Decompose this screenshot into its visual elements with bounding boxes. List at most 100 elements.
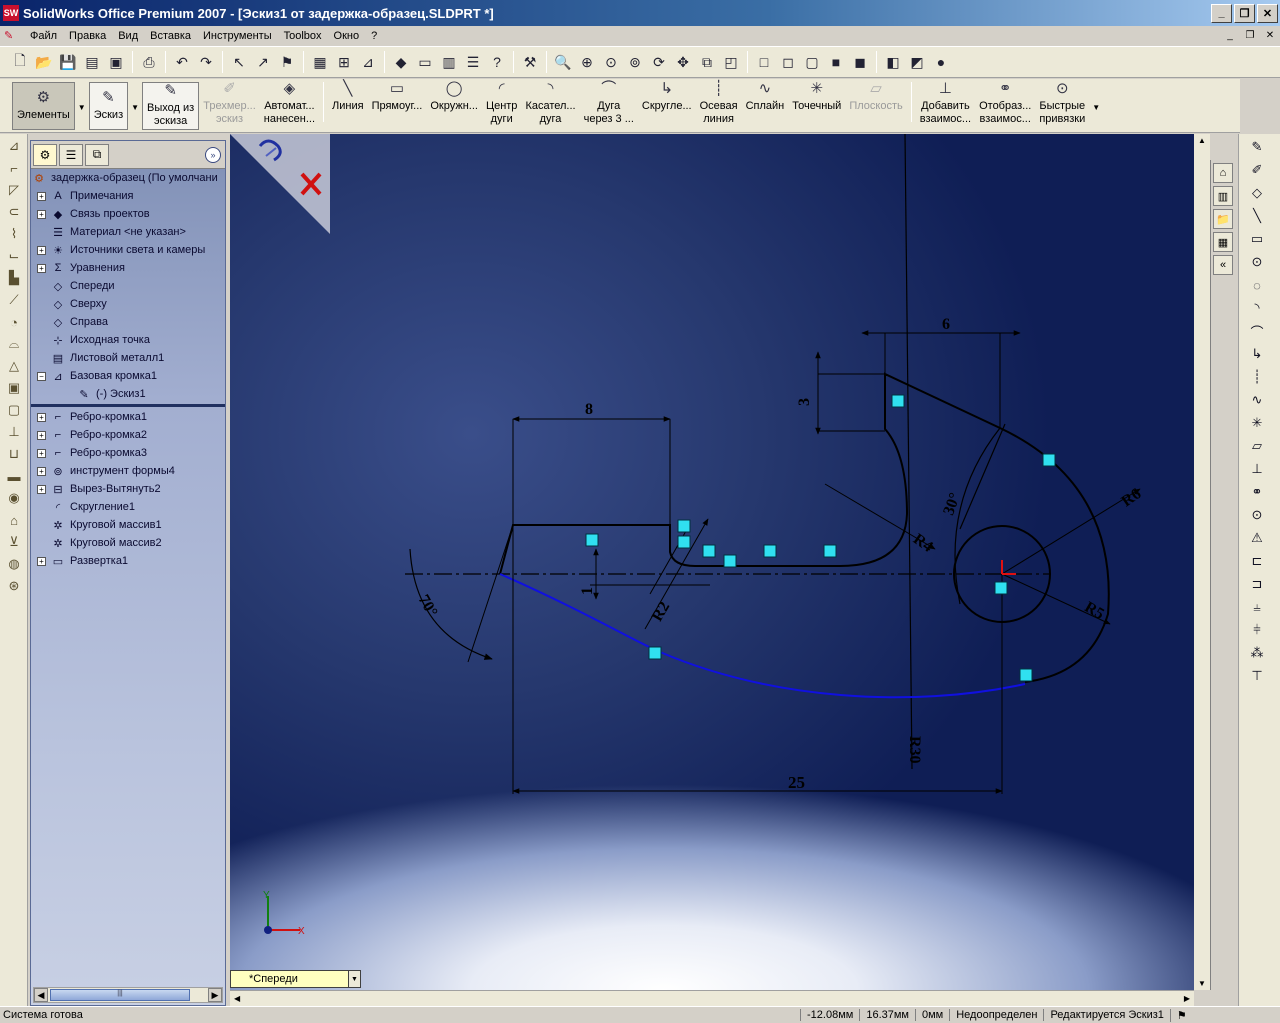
scroll-right-icon[interactable]: ▶ (208, 988, 222, 1002)
view-palette-icon[interactable]: ▦ (1213, 232, 1233, 252)
tree-item[interactable]: + ▭ Развертка1 (31, 552, 225, 570)
tree-item[interactable]: ◇ Сверху (31, 295, 225, 313)
sketch-tab-button[interactable]: ✎ Эскиз (88, 82, 129, 130)
zoom-area-icon[interactable]: ⊕ (576, 51, 598, 73)
expand-icon[interactable]: + (37, 430, 46, 440)
smart-dimension-icon[interactable]: ◇ (1245, 183, 1269, 203)
linear-pattern-icon[interactable]: ⁂ (1245, 643, 1269, 663)
make-assembly-icon[interactable]: ▣ (105, 51, 127, 73)
relation-marker[interactable] (994, 581, 1008, 595)
save-icon[interactable]: 💾 (57, 51, 79, 73)
view-orient-icon[interactable]: ⧉ (696, 51, 718, 73)
document-menu-icon[interactable]: ✎ (4, 29, 20, 43)
spline-icon[interactable]: ∿ (1245, 390, 1269, 410)
undo-icon[interactable]: ↶ (171, 51, 193, 73)
display-relations-icon[interactable]: ⚭ (1245, 482, 1269, 502)
expand-icon[interactable]: + (37, 209, 46, 219)
add-relation-icon[interactable]: ⊥ (1245, 459, 1269, 479)
tree-item[interactable]: ⊹ Исходная точка (31, 331, 225, 349)
auto-dimension-button[interactable]: ◈ Автомат... нанесен... (260, 81, 319, 126)
sketch-icon[interactable]: ✎ (1245, 137, 1269, 157)
offset-icon[interactable]: ⊏ (1245, 551, 1269, 571)
scroll-up-icon[interactable]: ▲ (1198, 136, 1206, 145)
plane-button[interactable]: ▱ Плоскость (845, 81, 906, 113)
no-bends-icon[interactable]: ⊔ (3, 444, 25, 464)
relation-marker[interactable] (585, 533, 599, 547)
redo-icon[interactable]: ↷ (195, 51, 217, 73)
snap-icon[interactable]: ⊞ (333, 51, 355, 73)
vertical-construction-line[interactable] (904, 134, 913, 770)
spline-button[interactable]: ∿ Сплайн (742, 81, 789, 113)
rollback-bar[interactable] (31, 404, 225, 407)
expand-icon[interactable]: + (37, 191, 46, 201)
sketch-canvas[interactable]: 8 6 3 1 25 R2 R4 R6 R5 R30 30° 70° Y X (230, 134, 1194, 990)
tree-item[interactable]: + A Примечания (31, 187, 225, 205)
scroll-thumb[interactable]: ||| (50, 989, 190, 1001)
hem-icon[interactable]: ⊂ (3, 202, 25, 222)
scroll-right-icon[interactable]: ▶ (1184, 994, 1190, 1003)
center-arc-button[interactable]: ◜ Центр дуги (482, 81, 522, 126)
rotate-icon[interactable]: ⟳ (648, 51, 670, 73)
relation-marker[interactable] (677, 519, 691, 533)
menu-window[interactable]: Окно (328, 30, 366, 42)
relation-marker[interactable] (763, 544, 777, 558)
elements-tab-button[interactable]: ⚙ Элементы (12, 82, 75, 130)
relation-marker[interactable] (1042, 453, 1056, 467)
shaded-icon[interactable]: ◼ (849, 51, 871, 73)
relation-marker[interactable] (891, 394, 905, 408)
mirror-icon[interactable]: ⚠ (1245, 528, 1269, 548)
dim-r2-label[interactable]: R2 (649, 599, 674, 624)
relation-marker[interactable] (1019, 668, 1033, 682)
chevron-down-icon[interactable]: ▼ (131, 103, 139, 112)
make-drawing-icon[interactable]: ▤ (81, 51, 103, 73)
sketch-options-icon[interactable]: ⚒ (519, 51, 541, 73)
expand-icon[interactable]: + (37, 263, 46, 273)
dim-r6-label[interactable]: R6 (1119, 485, 1145, 510)
3d-sketch-button[interactable]: ✐ Трехмер... эскиз (199, 81, 260, 126)
base-flange-icon[interactable]: ⊿ (3, 136, 25, 156)
rectangle-icon[interactable]: ▭ (1245, 229, 1269, 249)
zoom-in-out-icon[interactable]: ⊙ (600, 51, 622, 73)
menu-toolbox[interactable]: Toolbox (278, 30, 328, 42)
dim-6-label[interactable]: 6 (942, 316, 950, 333)
tree-item[interactable]: ▤ Листовой металл1 (31, 349, 225, 367)
sketch-fillet-icon[interactable]: ↳ (1245, 344, 1269, 364)
edge-flange-icon[interactable]: ⌐ (3, 158, 25, 178)
add-relation-button[interactable]: ⊥ Добавить взаимос... (916, 81, 975, 126)
scroll-left-icon[interactable]: ◀ (34, 988, 48, 1002)
point-button[interactable]: ✳ Точечный (788, 81, 845, 113)
tree-item[interactable]: + ⊚ инструмент формы4 (31, 462, 225, 480)
property-manager-tab-icon[interactable]: ☰ (59, 143, 83, 166)
simple-hole-icon[interactable]: ◍ (3, 554, 25, 574)
tree-item[interactable]: ✎ (-) Эскиз1 (31, 385, 225, 403)
rebuild-indicator-icon[interactable]: ⚑ (1169, 1008, 1193, 1022)
dim-25-label[interactable]: 25 (788, 773, 805, 792)
centerline-button[interactable]: ┊ Осевая линия (696, 81, 742, 126)
break-corner-icon[interactable]: ◔ (3, 312, 25, 332)
pan-icon[interactable]: ✥ (672, 51, 694, 73)
dim-8-label[interactable]: 8 (585, 401, 593, 418)
hidden-removed-icon[interactable]: ▢ (801, 51, 823, 73)
menu-tools[interactable]: Инструменты (197, 30, 278, 42)
tree-item[interactable]: + ☀ Источники света и камеры (31, 241, 225, 259)
select-other-icon[interactable]: ↗ (252, 51, 274, 73)
minimize-button[interactable]: _ (1211, 3, 1232, 23)
relation-marker[interactable] (723, 554, 737, 568)
tangent-arc-icon[interactable]: ◝ (1245, 298, 1269, 318)
menu-insert[interactable]: Вставка (144, 30, 197, 42)
rectangle-button[interactable]: ▭ Прямоуг... (368, 81, 427, 113)
circle-icon[interactable]: ⊙ (1245, 252, 1269, 272)
chevron-down-icon[interactable]: ▼ (1092, 103, 1100, 112)
solidworks-logo-icon[interactable]: SW (3, 5, 19, 21)
feature-tree-tab-icon[interactable]: ⚙ (33, 143, 57, 166)
angle-30-arc[interactable] (954, 427, 1001, 605)
flatten-icon[interactable]: ⊥ (3, 422, 25, 442)
sketch-fillet-button[interactable]: ↳ Скругле... (638, 81, 696, 113)
expand-icon[interactable]: + (37, 448, 46, 458)
measure-icon[interactable]: ⊿ (357, 51, 379, 73)
options-icon[interactable]: ☰ (462, 51, 484, 73)
expand-icon[interactable]: + (37, 484, 46, 494)
dim-r30-label[interactable]: R30 (906, 736, 923, 764)
tree-item[interactable]: + ⌐ Ребро-кромка2 (31, 426, 225, 444)
zoom-selection-icon[interactable]: ⊚ (624, 51, 646, 73)
